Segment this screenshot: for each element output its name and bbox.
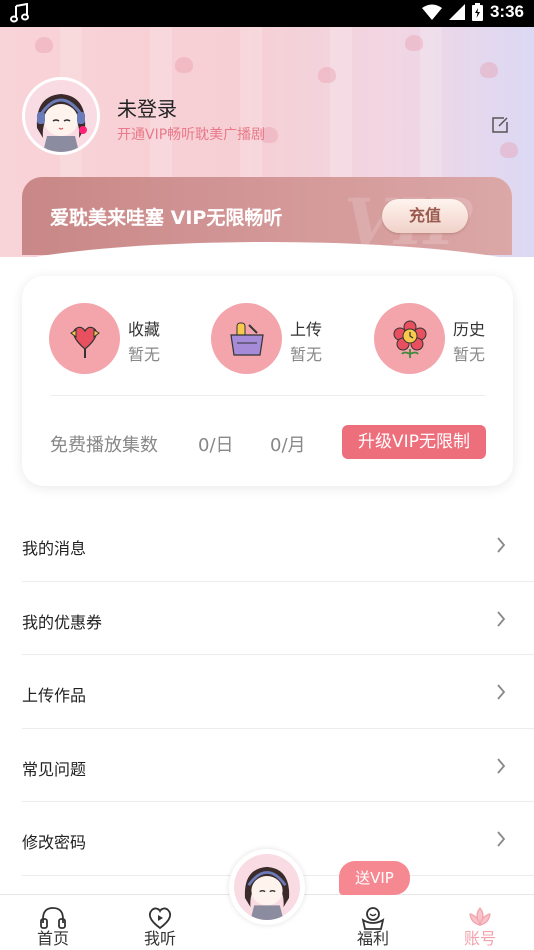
settings-menu: 我的消息 我的优惠券 上传作品 常见问题 修改密码	[22, 508, 534, 876]
username[interactable]: 未登录	[117, 93, 177, 122]
signal-icon	[448, 4, 465, 20]
flower-clock-icon	[393, 320, 427, 358]
free-per-month: 0/月	[270, 435, 306, 456]
nav-label: 我听	[143, 929, 176, 948]
center-play-avatar[interactable]	[229, 849, 305, 925]
recharge-button[interactable]: 充值	[382, 199, 468, 233]
stat-label: 历史	[453, 320, 486, 339]
nav-label: 福利	[356, 929, 389, 948]
nav-label: 首页	[36, 929, 69, 948]
menu-item-faq[interactable]: 常见问题	[22, 729, 534, 802]
free-episodes-label: 免费播放集数	[50, 435, 158, 456]
menu-item-coupons[interactable]: 我的优惠券	[22, 582, 534, 655]
stats-card: 收藏 暂无 上传 暂无 历史 暂无 免费播放集数 0/日 0/月 升级VIP无限…	[22, 276, 513, 486]
nav-account[interactable]: 账号	[427, 895, 533, 950]
stat-value: 暂无	[290, 345, 323, 364]
nav-home[interactable]: 首页	[0, 895, 106, 950]
vip-subtitle[interactable]: 开通VIP畅听耽美广播剧	[117, 124, 265, 144]
nav-label: 账号	[463, 929, 496, 948]
menu-item-label: 我的优惠券	[22, 612, 103, 632]
stat-label: 上传	[290, 320, 323, 339]
heart-candy-icon	[70, 326, 100, 358]
status-time: 3:36	[489, 2, 524, 21]
avatar[interactable]	[22, 77, 100, 155]
chevron-right-icon	[497, 757, 506, 774]
status-bar: 3:36	[0, 0, 534, 27]
avatar-illustration	[25, 80, 97, 152]
chevron-right-icon	[497, 610, 506, 627]
stat-label: 收藏	[128, 320, 161, 339]
basket-icon	[230, 322, 264, 356]
chevron-right-icon	[497, 831, 506, 847]
vip-banner-text: 爱耽美来哇塞 VIP无限畅听	[50, 207, 283, 229]
free-per-day: 0/日	[198, 435, 234, 456]
menu-item-label: 我的消息	[22, 539, 87, 558]
menu-item-label: 常见问题	[22, 759, 87, 779]
wifi-icon	[421, 4, 442, 20]
stat-value: 暂无	[128, 345, 161, 364]
menu-item-label: 上传作品	[22, 686, 87, 705]
profile-header: 未登录 开通VIP畅听耽美广播剧 VIP 爱耽美来哇塞 VIP无限畅听 充值	[0, 27, 534, 257]
battery-icon	[471, 3, 483, 21]
chevron-right-icon	[497, 684, 506, 700]
nav-listen[interactable]: 我听	[107, 895, 213, 950]
stat-value: 暂无	[453, 345, 486, 364]
edit-icon[interactable]	[490, 115, 510, 135]
menu-item-upload-works[interactable]: 上传作品	[22, 655, 534, 729]
upgrade-vip-button[interactable]: 升级VIP无限制	[342, 425, 486, 459]
center-avatar-illustration	[234, 854, 300, 920]
card-divider	[50, 395, 485, 396]
nav-welfare[interactable]: 福利	[320, 895, 426, 950]
music-note-icon	[10, 3, 29, 23]
send-vip-badge[interactable]: 送VIP	[339, 861, 410, 895]
menu-item-messages[interactable]: 我的消息	[22, 508, 534, 582]
chevron-right-icon	[497, 537, 506, 553]
menu-item-label: 修改密码	[22, 833, 87, 852]
